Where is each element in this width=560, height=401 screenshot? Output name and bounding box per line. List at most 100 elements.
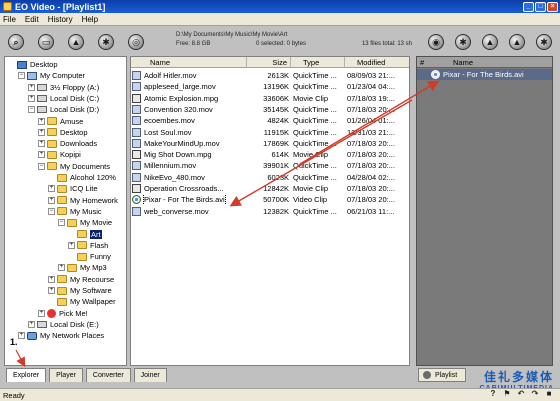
tree-item[interactable]: + My Recourse xyxy=(48,274,114,285)
undo-icon[interactable]: ↶ xyxy=(516,389,526,399)
column-name[interactable]: Name xyxy=(453,57,473,68)
expand-icon[interactable]: + xyxy=(48,196,55,204)
collapse-icon[interactable]: − xyxy=(38,162,45,170)
column-modified[interactable]: Modified xyxy=(345,57,409,68)
maximize-icon[interactable]: □ xyxy=(535,1,546,12)
tree-item[interactable]: − My Documents xyxy=(38,161,110,172)
tab-playlist[interactable]: Playlist xyxy=(418,368,467,382)
menu-history[interactable]: History xyxy=(48,15,73,24)
tree-item[interactable]: − My Movie xyxy=(58,217,112,228)
expand-icon[interactable]: + xyxy=(48,287,55,294)
help-icon[interactable]: ? xyxy=(488,389,498,399)
up-icon[interactable]: ▲ xyxy=(509,34,525,50)
tree-item[interactable]: Alcohol 120% xyxy=(48,172,116,183)
tree-item[interactable]: + Kopipi xyxy=(38,149,81,160)
table-row[interactable]: web_converse.mov 12382K QuickTime ... 06/21… xyxy=(131,206,409,217)
table-row[interactable]: Operation Crossroads... 12842K Movie Clip 0… xyxy=(131,183,409,194)
column-number[interactable]: # xyxy=(420,57,424,68)
folder-icon xyxy=(57,184,67,193)
expand-icon[interactable]: + xyxy=(38,128,45,136)
tree-item[interactable]: + My Software xyxy=(48,285,112,296)
table-row[interactable]: MakeYourMindUp.mov 17869K QuickTime ... 07/… xyxy=(131,138,409,149)
tree-item[interactable]: + Flash xyxy=(68,240,108,251)
desk-icon xyxy=(17,60,27,69)
expand-icon[interactable]: + xyxy=(68,241,75,249)
tree-item[interactable]: + Desktop xyxy=(38,127,88,138)
tab-joiner[interactable]: Joiner xyxy=(133,368,167,382)
target-icon[interactable]: ◎ xyxy=(128,34,144,50)
tab-player[interactable]: Player xyxy=(49,368,83,382)
tree-item[interactable]: + Pick Me! xyxy=(38,308,88,319)
expand-icon[interactable]: + xyxy=(38,117,45,125)
table-row[interactable]: Lost Soul.mov 11915K QuickTime ... 12/31/03… xyxy=(131,127,409,138)
bookmark-icon[interactable]: ⚑ xyxy=(502,389,512,399)
record-icon[interactable]: ◉ xyxy=(428,34,444,50)
tree-item[interactable]: + My Homework xyxy=(48,195,118,206)
screen-icon[interactable]: ▭ xyxy=(38,34,54,50)
file-list[interactable]: Name Size Type Modified Adolf Hitler.mov… xyxy=(130,56,410,366)
column-type[interactable]: Type xyxy=(291,57,345,68)
column-name[interactable]: Name xyxy=(131,57,247,68)
playlist-item[interactable]: Pixar - For The Birds.avi xyxy=(417,69,552,80)
expand-icon[interactable]: + xyxy=(28,94,35,102)
collapse-icon[interactable]: − xyxy=(48,207,55,215)
tab-converter[interactable]: Converter xyxy=(85,368,131,382)
menu-file[interactable]: File xyxy=(3,15,16,24)
expand-icon[interactable]: + xyxy=(38,140,45,148)
eject-icon[interactable]: ▲ xyxy=(68,34,84,50)
tree-item[interactable]: Funny xyxy=(68,251,111,262)
collapse-icon[interactable]: − xyxy=(28,106,35,114)
menu-edit[interactable]: Edit xyxy=(25,15,39,24)
tree-item[interactable]: − My Computer xyxy=(18,70,85,81)
file-name: web_converse.mov xyxy=(144,206,209,216)
expand-icon[interactable]: + xyxy=(58,264,65,272)
tab-explorer[interactable]: Explorer xyxy=(6,368,47,382)
settings-icon[interactable]: ✱ xyxy=(98,34,114,50)
table-row[interactable]: Millennium.mov 39901K QuickTime ... 07/18/0… xyxy=(131,160,409,171)
tree-item-label: Local Disk (E:) xyxy=(50,319,99,329)
stop-icon[interactable]: ■ xyxy=(544,389,554,399)
expand-icon[interactable]: + xyxy=(48,185,55,193)
column-size[interactable]: Size xyxy=(247,57,291,68)
close-icon[interactable]: × xyxy=(547,1,558,12)
tree-item[interactable]: + ICQ Lite xyxy=(48,183,98,194)
expand-icon[interactable]: + xyxy=(18,332,25,340)
table-row[interactable]: NikeEvo_480.mov 6023K QuickTime ... 04/28/0… xyxy=(131,172,409,183)
folder-icon xyxy=(47,139,57,148)
table-row[interactable]: Atomic Explosion.mpg 33606K Movie Clip 07/1… xyxy=(131,93,409,104)
minimize-icon[interactable]: _ xyxy=(523,1,534,12)
redo-icon[interactable]: ↷ xyxy=(530,389,540,399)
menu-help[interactable]: Help xyxy=(82,15,98,24)
table-row[interactable]: ecoembes.mov 4824K QuickTime ... 01/26/04 0… xyxy=(131,115,409,126)
expand-icon[interactable]: + xyxy=(38,309,45,317)
tree-item[interactable]: + My Network Places xyxy=(18,330,104,341)
tree-item[interactable]: + Local Disk (C:) xyxy=(28,93,99,104)
settings-icon[interactable]: ✱ xyxy=(536,34,552,50)
collapse-icon[interactable]: − xyxy=(18,72,25,80)
tree-item[interactable]: My Wallpaper xyxy=(48,296,116,307)
tree-item[interactable]: + Local Disk (E:) xyxy=(28,319,99,330)
table-row[interactable]: Mig Shot Down.mpg 614K Movie Clip 07/18/03 … xyxy=(131,149,409,160)
expand-icon[interactable]: + xyxy=(48,275,55,283)
tree-item[interactable]: + Downloads xyxy=(38,138,97,149)
gear-icon[interactable]: ✱ xyxy=(455,34,471,50)
tree-item[interactable]: Desktop xyxy=(8,59,58,70)
tree-item[interactable]: + Amuse xyxy=(38,116,83,127)
zoom-icon[interactable]: ⌕ xyxy=(8,34,24,50)
expand-icon[interactable]: + xyxy=(28,320,35,328)
table-row[interactable]: Convention 320.mov 35145K QuickTime ... 07/… xyxy=(131,104,409,115)
table-row[interactable]: Pixar - For The Birds.avi 50700K Video Cli… xyxy=(131,194,409,206)
tree-item[interactable]: − Local Disk (D:) xyxy=(28,104,99,115)
collapse-icon[interactable]: − xyxy=(58,219,65,227)
tree-item[interactable]: − My Music xyxy=(48,206,102,217)
expand-icon[interactable]: + xyxy=(28,83,35,91)
table-row[interactable]: appleseed_large.mov 13196K QuickTime ... 01… xyxy=(131,81,409,92)
tree-item[interactable]: + My Mp3 xyxy=(58,262,107,273)
playlist-panel[interactable]: # Name Pixar - For The Birds.avi xyxy=(416,56,553,366)
tree-item[interactable]: +3½ Floppy (A:) xyxy=(28,82,99,93)
folder-tree[interactable]: Desktop − My Computer +3½ Floppy (A:) + Local… xyxy=(4,56,127,366)
eject-icon[interactable]: ▲ xyxy=(482,34,498,50)
expand-icon[interactable]: + xyxy=(38,151,45,159)
tree-item[interactable]: Art xyxy=(68,229,102,240)
table-row[interactable]: Adolf Hitler.mov 2613K QuickTime ... 08/09/… xyxy=(131,70,409,81)
